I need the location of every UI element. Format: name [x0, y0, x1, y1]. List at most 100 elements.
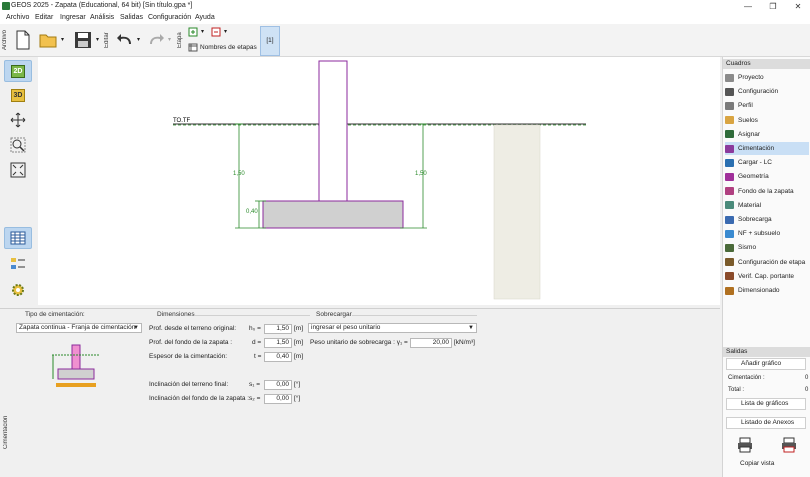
cuadros-item-label: Configuración [738, 88, 779, 96]
cuadros-item-icon [725, 101, 734, 110]
undo-icon[interactable] [116, 32, 134, 46]
d-input[interactable]: 1,50 [264, 338, 292, 348]
legend-button[interactable] [4, 253, 32, 275]
copy-view-button[interactable]: Copiar vista [726, 459, 806, 471]
new-file-icon[interactable] [14, 30, 32, 50]
annex-list-button[interactable]: Listado de Anexos [726, 417, 806, 429]
cimentacion-vertical-label: Cimentación [3, 415, 9, 449]
menu-ayuda[interactable]: Ayuda [195, 14, 215, 21]
open-dropdown-icon[interactable]: ▾ [61, 36, 64, 43]
remove-stage-icon[interactable] [211, 27, 221, 37]
view-2d-label: 2D [10, 64, 26, 78]
cuadros-item[interactable]: Configuración [725, 85, 809, 98]
save-icon[interactable] [73, 30, 93, 50]
dim-depth-right: 1,50 [415, 171, 427, 177]
cuadros-item[interactable]: Sobrecarga [725, 213, 809, 226]
zoom-icon [10, 137, 26, 153]
surcharge-mode-value: ingresar el peso unitario [311, 324, 381, 331]
menu-ingresar[interactable]: Ingresar [60, 14, 86, 21]
cuadros-item[interactable]: Dimensionado [725, 284, 809, 297]
h0-input[interactable]: 1,50 [264, 324, 292, 334]
minimize-button[interactable]: — [739, 1, 757, 12]
view-3d-button[interactable]: 3D [4, 84, 32, 106]
cuadros-item[interactable]: Verif. Cap. portante [725, 270, 809, 283]
fit-view-button[interactable] [4, 159, 32, 181]
s2-input[interactable]: 0,00 [264, 394, 292, 404]
cuadros-item[interactable]: Configuración de etapa [725, 256, 809, 269]
cimentacion-count-label: Cimentación : [728, 375, 765, 381]
open-folder-icon[interactable] [38, 30, 58, 50]
cuadros-item-icon [725, 258, 734, 267]
form-row-unit-s2: [°] [294, 395, 301, 402]
add-graphic-button[interactable]: Añadir gráfico [726, 358, 806, 370]
dim-depth-left: 1,50 [233, 171, 245, 177]
cuadros-item-icon [725, 158, 734, 167]
cuadros-item[interactable]: Proyecto [725, 71, 809, 84]
add-stage-dropdown-icon[interactable]: ▾ [201, 28, 204, 35]
add-stage-icon[interactable] [188, 27, 198, 37]
save-dropdown-icon[interactable]: ▾ [96, 36, 99, 43]
settings-button[interactable] [4, 279, 32, 301]
cuadros-item-icon [725, 144, 734, 153]
cuadros-item-label: Material [738, 201, 762, 209]
s1-input[interactable]: 0,00 [264, 380, 292, 390]
surcharge-mode-select[interactable]: ingresar el peso unitario ▼ [308, 323, 477, 333]
menu-editar[interactable]: Editar [35, 14, 53, 21]
menu-analisis[interactable]: Análisis [90, 14, 114, 21]
cuadros-item-label: Verif. Cap. portante [738, 272, 795, 280]
cuadros-item[interactable]: Material [725, 199, 809, 212]
cuadros-item[interactable]: Geometría [725, 170, 809, 183]
graphics-list-button[interactable]: Lista de gráficos [726, 398, 806, 410]
surcharge-weight-input[interactable]: 20,00 [410, 338, 452, 348]
redo-dropdown-icon[interactable]: ▾ [168, 36, 171, 43]
cuadros-item-label: Cimentación [738, 145, 775, 152]
input-panel: Cimentación Tipo de cimentación: Zapata … [0, 308, 720, 477]
cuadros-item-icon [725, 187, 734, 196]
etapa-group-label: Etapa [177, 32, 183, 48]
cuadros-item-label: Suelos [738, 116, 758, 124]
close-button[interactable]: ✕ [789, 1, 807, 12]
menu-archivo[interactable]: Archivo [6, 14, 29, 21]
table-view-button[interactable] [4, 227, 32, 249]
zoom-button[interactable] [4, 134, 32, 156]
stage-names-button[interactable]: Nombres de etapas [200, 44, 257, 51]
app-icon [2, 2, 10, 10]
drawing-canvas[interactable]: TO.TF 1,50 1,50 0,40 [38, 57, 720, 305]
undo-dropdown-icon[interactable]: ▾ [137, 36, 140, 43]
print-icon[interactable] [737, 437, 753, 453]
footing [262, 200, 404, 229]
cuadros-item[interactable]: Fondo de la zapata [725, 185, 809, 198]
cuadros-item[interactable]: NF + subsuelo [725, 227, 809, 240]
pan-button[interactable] [4, 109, 32, 131]
menu-salidas[interactable]: Salidas [120, 14, 143, 21]
menu-bar: Archivo Editar Ingresar Análisis Salidas… [0, 13, 810, 24]
restore-button[interactable]: ❐ [764, 1, 782, 12]
form-row-unit-h0: [m] [294, 325, 304, 332]
menu-configuracion[interactable]: Configuración [148, 14, 191, 21]
redo-icon[interactable] [147, 32, 165, 46]
remove-stage-dropdown-icon[interactable]: ▾ [224, 28, 227, 35]
cuadros-item[interactable]: Sismo [725, 241, 809, 254]
stage-names-icon [188, 43, 198, 52]
surcharge-divider [352, 315, 477, 316]
view-2d-button[interactable]: 2D [4, 60, 32, 82]
cuadros-item[interactable]: Asignar [725, 128, 809, 141]
cuadros-item[interactable]: Cimentación [725, 142, 809, 155]
cuadros-item[interactable]: Cargar - LC [725, 156, 809, 169]
cuadros-item-label: Proyecto [738, 74, 764, 81]
chevron-down-icon: ▼ [468, 325, 474, 331]
cuadros-item-icon [725, 286, 734, 295]
column [318, 60, 348, 202]
surcharge-weight-label: Peso unitario de sobrecarga : γ₁ = [310, 339, 408, 346]
total-count-value: 0 [805, 387, 809, 393]
view-3d-label: 3D [10, 88, 26, 102]
print-export-icon[interactable] [781, 437, 797, 453]
foundation-type-select[interactable]: Zapata continua - Franja de cimentación ▼ [16, 323, 142, 333]
stage-tab-1[interactable]: [1] [260, 26, 280, 56]
cuadros-item[interactable]: Suelos [725, 114, 809, 127]
cuadros-item-icon [725, 87, 734, 96]
t-input[interactable]: 0,40 [264, 352, 292, 362]
total-count-label: Total : [728, 387, 745, 393]
cuadros-item[interactable]: Perfil [725, 99, 809, 112]
form-row-unit-d: [m] [294, 339, 304, 346]
